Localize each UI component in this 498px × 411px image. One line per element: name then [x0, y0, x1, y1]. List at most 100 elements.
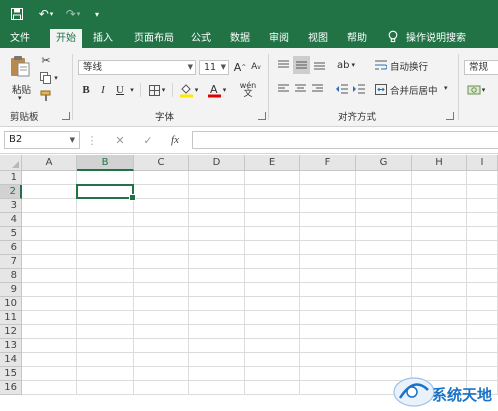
- cell-b8[interactable]: [77, 269, 134, 283]
- font-dialog-launcher[interactable]: [258, 112, 266, 120]
- orientation-icon[interactable]: ab ▾: [334, 57, 358, 73]
- cell-e12[interactable]: [245, 325, 300, 339]
- cell-d12[interactable]: [189, 325, 245, 339]
- cell-c11[interactable]: [134, 311, 189, 325]
- cell-g4[interactable]: [356, 213, 412, 227]
- accounting-format-icon[interactable]: ▾: [464, 82, 488, 98]
- cell-d3[interactable]: [189, 199, 245, 213]
- column-header-f[interactable]: F: [300, 155, 356, 171]
- cell-b9[interactable]: [77, 283, 134, 297]
- row-header-15[interactable]: 15: [0, 367, 22, 381]
- cell-g13[interactable]: [356, 339, 412, 353]
- cell-c13[interactable]: [134, 339, 189, 353]
- font-size-select[interactable]: 11 ▼: [199, 60, 229, 75]
- cell-f11[interactable]: [300, 311, 356, 325]
- cell-f4[interactable]: [300, 213, 356, 227]
- row-header-6[interactable]: 6: [0, 241, 22, 255]
- cell-b13[interactable]: [77, 339, 134, 353]
- row-header-16[interactable]: 16: [0, 381, 22, 395]
- cell-a5[interactable]: [22, 227, 77, 241]
- column-header-d[interactable]: D: [189, 155, 245, 171]
- cell-e16[interactable]: [245, 381, 300, 395]
- cell-f9[interactable]: [300, 283, 356, 297]
- cell-e4[interactable]: [245, 213, 300, 227]
- merge-center-icon[interactable]: [374, 82, 388, 96]
- row-header-13[interactable]: 13: [0, 339, 22, 353]
- cell-h10[interactable]: [412, 297, 467, 311]
- cell-b15[interactable]: [77, 367, 134, 381]
- align-right-icon[interactable]: [310, 82, 325, 96]
- cell-h8[interactable]: [412, 269, 467, 283]
- bold-button[interactable]: B: [79, 82, 93, 98]
- cell-b4[interactable]: [77, 213, 134, 227]
- cell-g7[interactable]: [356, 255, 412, 269]
- cut-icon[interactable]: ✂: [38, 53, 54, 67]
- tab-help[interactable]: 帮助: [342, 29, 372, 48]
- cell-d10[interactable]: [189, 297, 245, 311]
- cell-c5[interactable]: [134, 227, 189, 241]
- align-bottom-icon[interactable]: [312, 58, 327, 72]
- cell-c2[interactable]: [134, 185, 189, 199]
- cell-g14[interactable]: [356, 353, 412, 367]
- cell-e9[interactable]: [245, 283, 300, 297]
- name-box[interactable]: B2 ▼: [4, 131, 80, 149]
- cell-e8[interactable]: [245, 269, 300, 283]
- cell-c16[interactable]: [134, 381, 189, 395]
- column-header-e[interactable]: E: [245, 155, 300, 171]
- cell-a1[interactable]: [22, 171, 77, 185]
- cell-a8[interactable]: [22, 269, 77, 283]
- format-painter-icon[interactable]: [38, 89, 54, 103]
- cell-i6[interactable]: [467, 241, 498, 255]
- cell-h1[interactable]: [412, 171, 467, 185]
- tab-review[interactable]: 审阅: [264, 29, 294, 48]
- fill-handle[interactable]: [129, 194, 136, 201]
- cell-b6[interactable]: [77, 241, 134, 255]
- cell-b1[interactable]: [77, 171, 134, 185]
- tab-data[interactable]: 数据: [225, 29, 255, 48]
- paste-icon[interactable]: [8, 54, 32, 78]
- cell-d8[interactable]: [189, 269, 245, 283]
- cell-c10[interactable]: [134, 297, 189, 311]
- tab-view[interactable]: 视图: [303, 29, 333, 48]
- cell-c15[interactable]: [134, 367, 189, 381]
- cell-g11[interactable]: [356, 311, 412, 325]
- cell-g10[interactable]: [356, 297, 412, 311]
- cell-i3[interactable]: [467, 199, 498, 213]
- underline-dropdown-icon[interactable]: ▾: [128, 82, 136, 98]
- cell-f3[interactable]: [300, 199, 356, 213]
- cell-f6[interactable]: [300, 241, 356, 255]
- cell-i10[interactable]: [467, 297, 498, 311]
- cell-g9[interactable]: [356, 283, 412, 297]
- more-options-icon[interactable]: ⋮: [87, 132, 98, 148]
- align-left-icon[interactable]: [276, 82, 291, 96]
- column-header-g[interactable]: G: [356, 155, 412, 171]
- cell-a12[interactable]: [22, 325, 77, 339]
- cell-a15[interactable]: [22, 367, 77, 381]
- cell-e6[interactable]: [245, 241, 300, 255]
- cell-d11[interactable]: [189, 311, 245, 325]
- cell-i14[interactable]: [467, 353, 498, 367]
- redo-icon[interactable]: ↷ ▾: [62, 5, 84, 23]
- cell-a7[interactable]: [22, 255, 77, 269]
- tab-insert[interactable]: 插入: [88, 29, 118, 48]
- cell-c8[interactable]: [134, 269, 189, 283]
- cell-i1[interactable]: [467, 171, 498, 185]
- cell-h4[interactable]: [412, 213, 467, 227]
- cell-g6[interactable]: [356, 241, 412, 255]
- grow-font-icon[interactable]: A ^: [233, 59, 247, 75]
- align-top-icon[interactable]: [276, 58, 291, 72]
- cell-h3[interactable]: [412, 199, 467, 213]
- cell-h7[interactable]: [412, 255, 467, 269]
- cell-a3[interactable]: [22, 199, 77, 213]
- select-all-button[interactable]: [0, 155, 22, 171]
- cell-i12[interactable]: [467, 325, 498, 339]
- shrink-font-icon[interactable]: Av: [249, 59, 263, 75]
- cell-a14[interactable]: [22, 353, 77, 367]
- cell-f14[interactable]: [300, 353, 356, 367]
- cell-h12[interactable]: [412, 325, 467, 339]
- cell-d15[interactable]: [189, 367, 245, 381]
- cell-c7[interactable]: [134, 255, 189, 269]
- tab-page-layout[interactable]: 页面布局: [128, 29, 180, 48]
- increase-indent-icon[interactable]: [351, 82, 366, 96]
- insert-function-icon[interactable]: fx: [166, 132, 184, 148]
